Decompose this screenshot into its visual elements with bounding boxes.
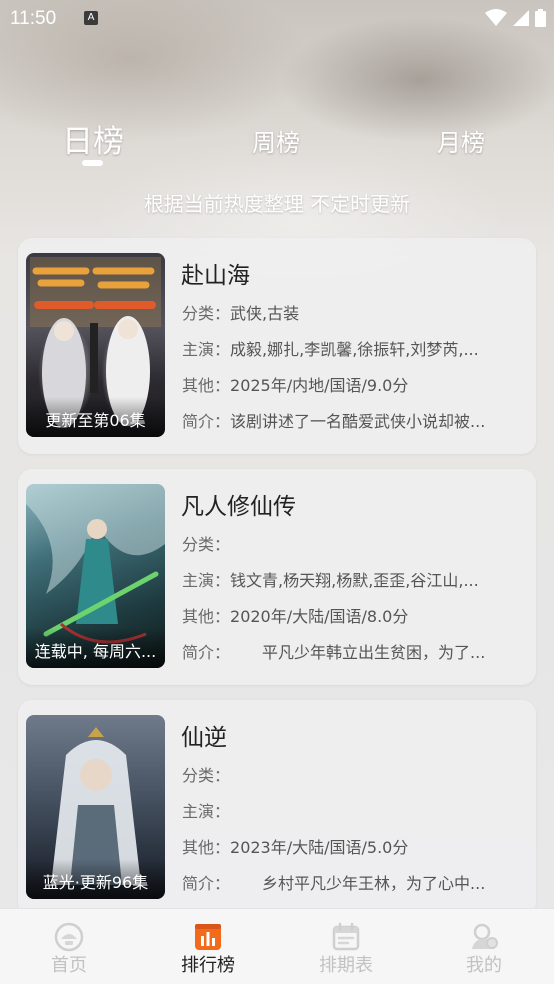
other-value: 2020年/大陆/国语/8.0分 xyxy=(230,607,409,626)
show-intro: 简介：该剧讲述了一名酷爱武侠小说却被... xyxy=(182,408,485,432)
show-intro: 简介： 平凡少年韩立出生贫困，为了... xyxy=(182,639,485,663)
show-poster[interactable]: 更新至第06集 xyxy=(26,253,165,437)
show-other: 其他：2025年/内地/国语/9.0分 xyxy=(182,372,408,396)
show-other: 其他：2020年/大陆/国语/8.0分 xyxy=(182,603,408,627)
show-title[interactable]: 仙逆 xyxy=(181,718,227,752)
show-cast: 主演：成毅,娜扎,李凯馨,徐振轩,刘梦芮,... xyxy=(182,336,479,360)
nav-profile-label: 我的 xyxy=(466,955,502,976)
show-poster[interactable]: 连载中, 每周六... xyxy=(26,484,165,668)
ranking-icon xyxy=(195,924,221,950)
profile-icon xyxy=(472,923,498,949)
intro-label: 简介： xyxy=(182,874,231,893)
show-card[interactable]: 连载中, 每周六... 凡人修仙传 分类： 主演：钱文青,杨天翔,杨默,歪歪,谷… xyxy=(18,469,536,685)
other-value: 2023年/大陆/国语/5.0分 xyxy=(230,838,409,857)
other-label: 其他： xyxy=(182,376,231,395)
cast-value: 成毅,娜扎,李凯馨,徐振轩,刘梦芮,... xyxy=(230,340,479,359)
tab-monthly[interactable]: 月榜 xyxy=(437,123,485,158)
other-label: 其他： xyxy=(182,838,231,857)
signal-icon xyxy=(513,10,529,26)
category-label: 分类： xyxy=(182,766,231,785)
tab-weekly[interactable]: 周榜 xyxy=(252,123,300,158)
intro-value: 平凡少年韩立出生贫困，为了... xyxy=(230,643,486,662)
nav-profile[interactable]: 我的 xyxy=(434,909,534,984)
cast-label: 主演： xyxy=(182,571,231,590)
show-poster[interactable]: 蓝光·更新96集 xyxy=(26,715,165,899)
poster-caption: 更新至第06集 xyxy=(26,397,165,437)
ranking-subtitle: 根据当前热度整理 不定时更新 xyxy=(143,192,411,216)
show-intro: 简介： 乡村平凡少年王林，为了心中... xyxy=(182,870,485,894)
show-category: 分类： xyxy=(182,531,230,555)
ranking-tabs: 日榜 周榜 月榜 xyxy=(0,112,554,172)
status-time: 11:50 xyxy=(10,8,57,29)
show-category: 分类：武侠,古装 xyxy=(182,300,299,324)
other-label: 其他： xyxy=(182,607,231,626)
cast-label: 主演： xyxy=(182,340,231,359)
bottom-nav: 首页 排行榜 排期表 我的 xyxy=(0,908,554,984)
nav-ranking-label: 排行榜 xyxy=(181,955,235,976)
intro-value: 该剧讲述了一名酷爱武侠小说却被... xyxy=(230,412,486,431)
tab-daily[interactable]: 日榜 xyxy=(62,116,124,161)
intro-value: 乡村平凡少年王林，为了心中... xyxy=(230,874,486,893)
active-tab-indicator xyxy=(82,160,103,166)
show-title[interactable]: 赴山海 xyxy=(181,256,250,290)
nav-schedule-label: 排期表 xyxy=(319,955,373,976)
category-label: 分类： xyxy=(182,304,231,323)
cast-value: 钱文青,杨天翔,杨默,歪歪,谷江山,... xyxy=(230,571,479,590)
status-icons xyxy=(485,9,546,27)
home-icon xyxy=(54,922,84,952)
other-value: 2025年/内地/国语/9.0分 xyxy=(230,376,409,395)
category-label: 分类： xyxy=(182,535,231,554)
show-category: 分类： xyxy=(182,762,230,786)
poster-caption: 蓝光·更新96集 xyxy=(26,859,165,899)
show-other: 其他：2023年/大陆/国语/5.0分 xyxy=(182,834,408,858)
show-cast: 主演： xyxy=(182,798,230,822)
nav-home[interactable]: 首页 xyxy=(19,909,119,984)
category-value: 武侠,古装 xyxy=(230,304,300,323)
nav-home-label: 首页 xyxy=(51,955,87,976)
show-card[interactable]: 更新至第06集 赴山海 分类：武侠,古装 主演：成毅,娜扎,李凯馨,徐振轩,刘梦… xyxy=(18,238,536,454)
wifi-icon xyxy=(485,9,507,26)
nav-ranking[interactable]: 排行榜 xyxy=(158,909,258,984)
status-bar: 11:50 A xyxy=(0,0,554,38)
show-title[interactable]: 凡人修仙传 xyxy=(181,487,296,521)
notification-icon: A xyxy=(84,11,98,25)
show-card[interactable]: 蓝光·更新96集 仙逆 分类： 主演： 其他：2023年/大陆/国语/5.0分 … xyxy=(18,700,536,916)
poster-caption: 连载中, 每周六... xyxy=(26,628,165,668)
intro-label: 简介： xyxy=(182,643,231,662)
battery-icon xyxy=(535,9,546,27)
intro-label: 简介： xyxy=(182,412,231,431)
calendar-icon xyxy=(332,922,360,951)
cast-label: 主演： xyxy=(182,802,231,821)
nav-schedule[interactable]: 排期表 xyxy=(296,909,396,984)
show-cast: 主演：钱文青,杨天翔,杨默,歪歪,谷江山,... xyxy=(182,567,479,591)
